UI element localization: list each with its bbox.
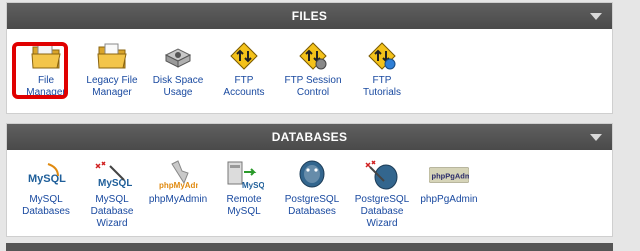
postgresql-wizard-link[interactable]: PostgreSQL Database Wizard — [347, 158, 417, 230]
cpanel-page: FILES File Manager Legacy File Manager D… — [0, 0, 640, 251]
mysql-wizard-label: MySQL Database Wizard — [90, 194, 134, 229]
collapse-arrow-icon[interactable] — [590, 13, 602, 20]
legacy-file-manager-icon — [92, 39, 132, 73]
disk-space-icon — [158, 39, 198, 73]
disk-space-label: Disk Space Usage — [152, 75, 204, 98]
mysql-databases-link[interactable]: MySQL MySQL Databases — [13, 158, 79, 230]
files-panel-header[interactable]: FILES — [7, 3, 612, 29]
mysql-databases-label: MySQL Databases — [22, 194, 70, 217]
postgresql-wizard-icon — [362, 158, 402, 192]
ftp-session-control-link[interactable]: FTP Session Control — [277, 39, 349, 99]
mysql-logo-text: MySQL — [98, 178, 132, 189]
remote-mysql-label: Remote MySQL — [226, 194, 262, 217]
files-panel: FILES File Manager Legacy File Manager D… — [6, 2, 613, 114]
ftp-accounts-label: FTP Accounts — [223, 75, 265, 98]
legacy-file-manager-link[interactable]: Legacy File Manager — [79, 39, 145, 99]
disk-space-usage-link[interactable]: Disk Space Usage — [145, 39, 211, 99]
ftp-tutorials-link[interactable]: FTP Tutorials — [349, 39, 415, 99]
mysql-databases-icon: MySQL — [26, 158, 66, 192]
ftp-session-icon — [293, 39, 333, 73]
phppgadmin-label: phpPgAdmin — [420, 194, 478, 205]
postgresql-databases-icon — [292, 158, 332, 192]
legacy-file-manager-label: Legacy File Manager — [86, 75, 138, 98]
ftp-accounts-icon — [224, 39, 264, 73]
postgresql-wizard-label: PostgreSQL Database Wizard — [354, 194, 410, 229]
databases-panel-header[interactable]: DATABASES — [7, 124, 612, 150]
ftp-accounts-link[interactable]: FTP Accounts — [211, 39, 277, 99]
file-manager-link[interactable]: File Manager — [13, 39, 79, 99]
ftp-tutorials-icon — [362, 39, 402, 73]
phppgadmin-icon: phpPgAdmin — [429, 158, 469, 192]
databases-panel-title: DATABASES — [271, 130, 348, 144]
phpmyadmin-logo-text: phpMyAdmin — [159, 181, 198, 190]
mysql-wizard-icon: MySQL — [92, 158, 132, 192]
collapse-arrow-icon[interactable] — [590, 134, 602, 141]
phpmyadmin-icon: phpMyAdmin — [158, 158, 198, 192]
remote-mysql-icon: MySQL — [224, 158, 264, 192]
mysql-wizard-link[interactable]: MySQL MySQL Database Wizard — [79, 158, 145, 230]
postgresql-databases-link[interactable]: PostgreSQL Databases — [277, 158, 347, 230]
mysql-logo-text: MySQL — [242, 181, 264, 190]
phppgadmin-logo-text: phpPgAdmin — [432, 171, 470, 180]
next-panel-header — [6, 243, 613, 251]
file-manager-label: File Manager — [26, 75, 66, 98]
ftp-tutorials-label: FTP Tutorials — [363, 75, 401, 98]
file-manager-icon — [26, 39, 66, 73]
postgresql-databases-label: PostgreSQL Databases — [284, 194, 340, 217]
phpmyadmin-link[interactable]: phpMyAdmin phpMyAdmin — [145, 158, 211, 230]
files-panel-title: FILES — [291, 9, 328, 23]
phppgadmin-link[interactable]: phpPgAdmin phpPgAdmin — [417, 158, 481, 230]
databases-panel: DATABASES MySQL MySQL Databases MySQL My… — [6, 123, 613, 237]
phpmyadmin-label: phpMyAdmin — [148, 194, 208, 205]
remote-mysql-link[interactable]: MySQL Remote MySQL — [211, 158, 277, 230]
mysql-logo-text: MySQL — [28, 173, 66, 185]
ftp-session-label: FTP Session Control — [284, 75, 342, 98]
